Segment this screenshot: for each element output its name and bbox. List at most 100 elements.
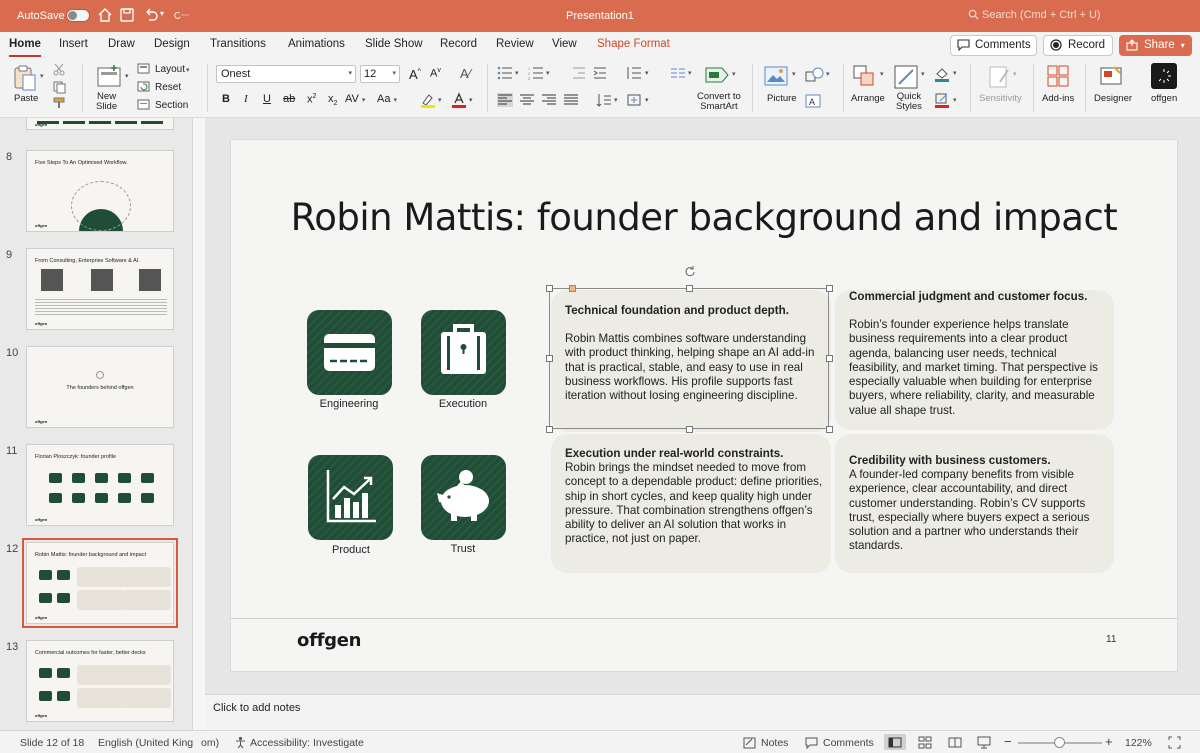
- smartart-icon[interactable]: [704, 64, 730, 86]
- tab-view[interactable]: View: [552, 38, 577, 50]
- font-color-dropdown-icon[interactable]: ▾: [469, 96, 473, 104]
- slide-thumbnail[interactable]: The founders behind offgen offgen: [26, 346, 174, 428]
- highlight-icon[interactable]: [420, 92, 436, 108]
- designer-icon[interactable]: [1099, 64, 1123, 88]
- paste-dropdown-icon[interactable]: ▾: [40, 72, 44, 80]
- picture-dropdown-icon[interactable]: ▾: [792, 70, 796, 78]
- text-box-icon[interactable]: A: [805, 94, 821, 108]
- offgen-addin-icon[interactable]: [1151, 63, 1177, 89]
- slide-thumbnail[interactable]: From Consulting, Enterprise Software & A…: [26, 248, 174, 330]
- slide-thumbnail[interactable]: offgen: [26, 118, 174, 130]
- change-case-button[interactable]: Aa ▾: [377, 93, 397, 105]
- slide-thumbnail[interactable]: Five Steps To An Optimised Workflow. off…: [26, 150, 174, 232]
- section-icon[interactable]: [137, 99, 150, 110]
- tab-shape-format[interactable]: Shape Format: [597, 38, 670, 50]
- zoom-level[interactable]: 122%: [1125, 737, 1152, 749]
- shapes-dropdown-icon[interactable]: ▾: [826, 70, 830, 78]
- search-box[interactable]: Search (Cmd + Ctrl + U): [968, 9, 1101, 21]
- tab-slide-show[interactable]: Slide Show: [365, 38, 423, 50]
- picture-icon[interactable]: [764, 66, 788, 86]
- accessibility-status[interactable]: Accessibility: Investigate: [250, 737, 364, 749]
- align-right-icon[interactable]: [541, 93, 557, 107]
- highlight-dropdown-icon[interactable]: ▾: [438, 96, 442, 104]
- comment-icon[interactable]: [805, 737, 818, 749]
- align-text-icon[interactable]: [626, 93, 642, 107]
- tab-home[interactable]: Home: [9, 38, 41, 57]
- columns-dropdown-icon[interactable]: ▾: [688, 69, 692, 77]
- underline-button[interactable]: U: [263, 93, 271, 105]
- align-text-dropdown-icon[interactable]: ▾: [645, 96, 649, 104]
- comments-toggle[interactable]: Comments: [823, 737, 874, 749]
- increase-indent-icon[interactable]: [593, 66, 607, 80]
- briefcase-icon[interactable]: [421, 310, 506, 395]
- comments-button[interactable]: Comments: [950, 35, 1037, 56]
- tab-review[interactable]: Review: [496, 38, 534, 50]
- bullets-dropdown-icon[interactable]: ▾: [515, 69, 519, 77]
- text-direction-dropdown-icon[interactable]: ▾: [614, 96, 618, 104]
- numbering-dropdown-icon[interactable]: ▾: [546, 69, 550, 77]
- sensitivity-dropdown-icon[interactable]: ▾: [1013, 70, 1017, 78]
- resize-handle[interactable]: [686, 426, 693, 433]
- format-painter-icon[interactable]: [52, 96, 66, 110]
- notes-toggle[interactable]: Notes: [761, 737, 788, 749]
- slide-title[interactable]: Robin Mattis: founder background and imp…: [231, 196, 1177, 239]
- font-name-select[interactable]: Onest ▾: [216, 65, 356, 83]
- font-color-icon[interactable]: [451, 92, 467, 108]
- content-card[interactable]: Credibility with business customers. A f…: [835, 434, 1114, 573]
- increase-font-icon[interactable]: A^: [409, 67, 421, 82]
- content-card[interactable]: Commercial judgment and customer focus. …: [835, 290, 1114, 430]
- line-spacing-dropdown-icon[interactable]: ▾: [645, 69, 649, 77]
- resize-handle[interactable]: [826, 355, 833, 362]
- tab-transitions[interactable]: Transitions: [210, 38, 266, 50]
- reading-view-icon[interactable]: [948, 737, 962, 748]
- resize-handle[interactable]: [546, 426, 553, 433]
- resize-handle[interactable]: [826, 426, 833, 433]
- layout-dropdown-icon[interactable]: ▾: [186, 66, 190, 74]
- bar-chart-icon[interactable]: [308, 455, 393, 540]
- decrease-indent-icon[interactable]: [572, 66, 586, 80]
- copy-icon[interactable]: [52, 80, 66, 94]
- resize-handle[interactable]: [546, 285, 553, 292]
- align-left-icon[interactable]: [497, 93, 513, 107]
- layout-icon[interactable]: [137, 63, 150, 74]
- columns-icon[interactable]: [670, 66, 686, 80]
- section-label[interactable]: Section: [155, 100, 188, 111]
- thumbnail-scrollbar[interactable]: [192, 118, 205, 730]
- zoom-slider-knob[interactable]: [1054, 737, 1065, 748]
- shape-fill-icon[interactable]: [934, 66, 950, 82]
- justify-icon[interactable]: [563, 93, 579, 107]
- italic-button[interactable]: I: [244, 93, 248, 105]
- font-size-select[interactable]: 12 ▾: [360, 65, 400, 83]
- content-card[interactable]: Execution under real-world constraints. …: [551, 434, 831, 573]
- notes-pane[interactable]: Click to add notes: [205, 694, 1200, 730]
- record-button[interactable]: Record: [1043, 35, 1113, 56]
- superscript-button[interactable]: x2: [307, 93, 316, 106]
- fit-to-window-icon[interactable]: [1168, 736, 1181, 749]
- bold-button[interactable]: B: [222, 93, 230, 105]
- slide-thumbnail[interactable]: Commercial outcomes for faster, better d…: [26, 640, 174, 722]
- accessibility-icon[interactable]: [234, 736, 247, 749]
- resize-handle[interactable]: [686, 285, 693, 292]
- credit-card-icon[interactable]: [307, 310, 392, 395]
- subscript-button[interactable]: x2: [328, 93, 337, 107]
- tab-record[interactable]: Record: [440, 38, 477, 50]
- slide-thumbnail-active[interactable]: Robin Mattis: founder background and imp…: [22, 538, 178, 628]
- piggy-bank-icon[interactable]: [421, 455, 506, 540]
- new-slide-dropdown-icon[interactable]: ▾: [125, 72, 129, 80]
- notes-icon[interactable]: [743, 737, 756, 749]
- normal-view-icon[interactable]: [888, 737, 902, 748]
- shape-outline-icon[interactable]: [934, 92, 950, 108]
- shape-fill-dropdown-icon[interactable]: ▾: [953, 69, 957, 77]
- align-center-icon[interactable]: [519, 93, 535, 107]
- tab-insert[interactable]: Insert: [59, 38, 88, 50]
- slideshow-icon[interactable]: [977, 736, 991, 749]
- text-direction-icon[interactable]: [596, 93, 612, 107]
- decrease-font-icon[interactable]: Av: [430, 67, 441, 80]
- selection-frame[interactable]: [549, 288, 829, 429]
- shapes-icon[interactable]: [805, 66, 825, 84]
- resize-handle[interactable]: [826, 285, 833, 292]
- cut-icon[interactable]: [52, 62, 66, 76]
- clear-formatting-icon[interactable]: A⁄: [460, 66, 471, 81]
- bullets-icon[interactable]: [497, 66, 513, 80]
- shape-outline-dropdown-icon[interactable]: ▾: [953, 96, 957, 104]
